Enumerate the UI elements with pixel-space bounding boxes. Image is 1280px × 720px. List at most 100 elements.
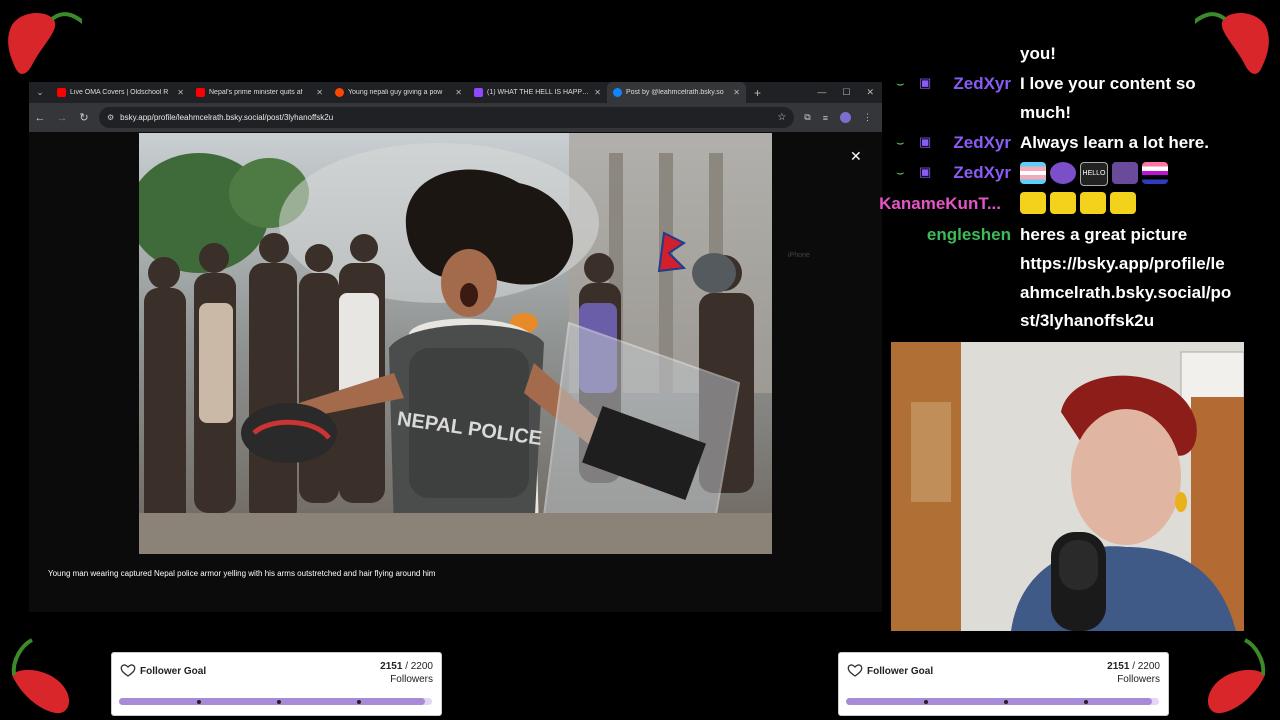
tab-strip: ⌄ Live OMA Covers | Oldschool R ✕ Nepal'… — [29, 82, 882, 103]
sub-months-badge-icon: ▣ — [919, 134, 932, 149]
close-icon[interactable]: ✕ — [455, 88, 462, 97]
goal-tick — [277, 700, 281, 704]
hello-emote: HELLO — [1080, 162, 1108, 186]
goal-count: 2151 / 2200 Followers — [1107, 660, 1160, 686]
yellow-glyph-emote — [1020, 192, 1046, 214]
tab-label: Nepal's prime minister quits af — [209, 89, 303, 96]
image-caption: Young man wearing captured Nepal police … — [48, 569, 436, 578]
reddit-icon — [335, 88, 344, 97]
purple-cat-emote — [1050, 162, 1076, 184]
genderfluid-flag-emote — [1142, 162, 1168, 184]
yellow-glyph-emote — [1080, 192, 1106, 214]
goal-tick — [924, 700, 928, 704]
back-arrow-icon[interactable]: ← — [29, 112, 51, 124]
follower-goal-widget: Follower Goal 2151 / 2200 Followers — [838, 652, 1169, 716]
twitch-icon — [474, 88, 483, 97]
goal-progress-bar — [846, 698, 1159, 705]
chat-message-text: Always learn a lot here. — [1020, 133, 1209, 152]
media-controls-icon[interactable]: ≡ — [823, 113, 828, 123]
bag-emote — [1112, 162, 1138, 184]
close-window-icon[interactable]: ✕ — [866, 87, 874, 98]
forward-arrow-icon[interactable]: → — [51, 112, 73, 124]
sub-months-badge-icon: ▣ — [919, 164, 932, 179]
profile-avatar[interactable] — [840, 112, 851, 123]
chili-pepper-icon — [8, 12, 82, 74]
webcam-image — [891, 342, 1244, 631]
goal-unit: Followers — [1117, 674, 1160, 685]
tab-search-icon[interactable]: ⌄ — [29, 82, 51, 103]
tab-young-nepali[interactable]: Young nepali guy giving a pow ✕ — [329, 82, 468, 103]
trans-flag-emote — [1020, 162, 1046, 184]
browser-window: ⌄ Live OMA Covers | Oldschool R ✕ Nepal'… — [29, 82, 882, 612]
image-viewer: NEPAL POLICE ✕ iPhone Young man wearing … — [29, 132, 882, 612]
heart-hands-icon — [120, 664, 136, 677]
tab-label: Young nepali guy giving a pow — [348, 89, 443, 96]
address-bar[interactable]: ⚙ bsky.app/profile/leahmcelrath.bsky.soc… — [99, 107, 795, 128]
youtube-icon — [196, 88, 205, 97]
tab-what-the-hell[interactable]: (1) WHAT THE HELL IS HAPPEN ✕ — [468, 82, 607, 103]
close-icon[interactable]: ✕ — [733, 88, 740, 97]
goal-target: / 2200 — [1132, 661, 1160, 672]
chat-username[interactable]: ZedXyr — [940, 128, 1011, 157]
close-icon[interactable]: ✕ — [594, 88, 601, 97]
protest-photo[interactable]: NEPAL POLICE — [139, 133, 772, 554]
new-tab-button[interactable]: + — [754, 86, 761, 100]
heart-hands-icon — [847, 664, 863, 677]
protest-photo-art: NEPAL POLICE — [139, 133, 772, 554]
goal-tick — [197, 700, 201, 704]
close-viewer-button[interactable]: ✕ — [850, 148, 862, 165]
close-icon[interactable]: ✕ — [316, 88, 323, 97]
goal-tick — [1084, 700, 1088, 704]
subscriber-badge-icon: ⌣ — [896, 135, 905, 150]
goal-progress-fill — [119, 698, 426, 705]
goal-progress-fill — [846, 698, 1153, 705]
youtube-icon — [57, 88, 66, 97]
yellow-glyph-emote — [1050, 192, 1076, 214]
subscriber-badge-icon: ⌣ — [896, 76, 905, 91]
goal-title: Follower Goal — [140, 666, 207, 677]
emote-row — [1020, 192, 1136, 214]
subscriber-badge-icon: ⌣ — [896, 165, 905, 180]
chat-message-text: you! — [1020, 44, 1056, 63]
url-text: bsky.app/profile/leahmcelrath.bsky.socia… — [120, 113, 334, 122]
tab-label: Live OMA Covers | Oldschool R — [70, 89, 169, 96]
chat-message-link[interactable]: ahmcelrath.bsky.social/po — [1020, 278, 1231, 307]
tab-nepal-pm[interactable]: Nepal's prime minister quits af ✕ — [190, 82, 329, 103]
chat-message-text: heres a great picture — [1020, 225, 1188, 244]
bookmark-star-icon[interactable]: ☆ — [777, 112, 786, 123]
chat-username[interactable]: ZedXyr — [940, 69, 1011, 98]
goal-current: 2151 — [1107, 661, 1130, 672]
goal-count: 2151 / 2200 Followers — [380, 660, 433, 686]
bluesky-icon — [613, 88, 622, 97]
goal-target: / 2200 — [405, 661, 433, 672]
browser-toolbar: ← → ↻ ⚙ bsky.app/profile/leahmcelrath.bs… — [29, 103, 882, 132]
tab-bluesky-post[interactable]: Post by @leahmcelrath.bsky.so ✕ — [607, 82, 746, 103]
chat-message-text: I love your content so much! — [1020, 74, 1196, 122]
sub-months-badge-icon: ▣ — [919, 75, 932, 90]
yellow-glyph-emote — [1110, 192, 1136, 214]
goal-tick — [357, 700, 361, 704]
goal-title: Follower Goal — [867, 666, 934, 677]
extensions-icon[interactable]: ⧉ — [804, 112, 810, 123]
side-label: iPhone — [788, 252, 810, 259]
chat-username[interactable]: KanameKunT... — [860, 189, 1001, 218]
chili-pepper-icon — [11, 638, 70, 714]
tab-label: (1) WHAT THE HELL IS HAPPEN — [487, 89, 591, 96]
chat-message-link[interactable]: st/3lyhanoffsk2u — [1020, 306, 1154, 335]
emote-row: HELLO — [1020, 162, 1168, 186]
chili-pepper-icon — [1207, 638, 1266, 714]
chat-message-link[interactable]: https://bsky.app/profile/le — [1020, 249, 1225, 278]
reload-icon[interactable]: ↻ — [73, 111, 95, 124]
site-info-icon[interactable]: ⚙ — [107, 113, 114, 122]
chat-username[interactable]: engleshen — [900, 220, 1011, 249]
chat-username[interactable]: ZedXyr — [940, 158, 1011, 187]
webcam-feed — [891, 342, 1244, 631]
maximize-icon[interactable]: ☐ — [842, 87, 850, 98]
tab-oma-covers[interactable]: Live OMA Covers | Oldschool R ✕ — [51, 82, 190, 103]
minimize-icon[interactable]: — — [817, 87, 826, 98]
menu-kebab-icon[interactable]: ⋮ — [863, 112, 872, 123]
goal-tick — [1004, 700, 1008, 704]
close-icon[interactable]: ✕ — [177, 88, 184, 97]
follower-goal-widget: Follower Goal 2151 / 2200 Followers — [111, 652, 442, 716]
goal-current: 2151 — [380, 661, 403, 672]
